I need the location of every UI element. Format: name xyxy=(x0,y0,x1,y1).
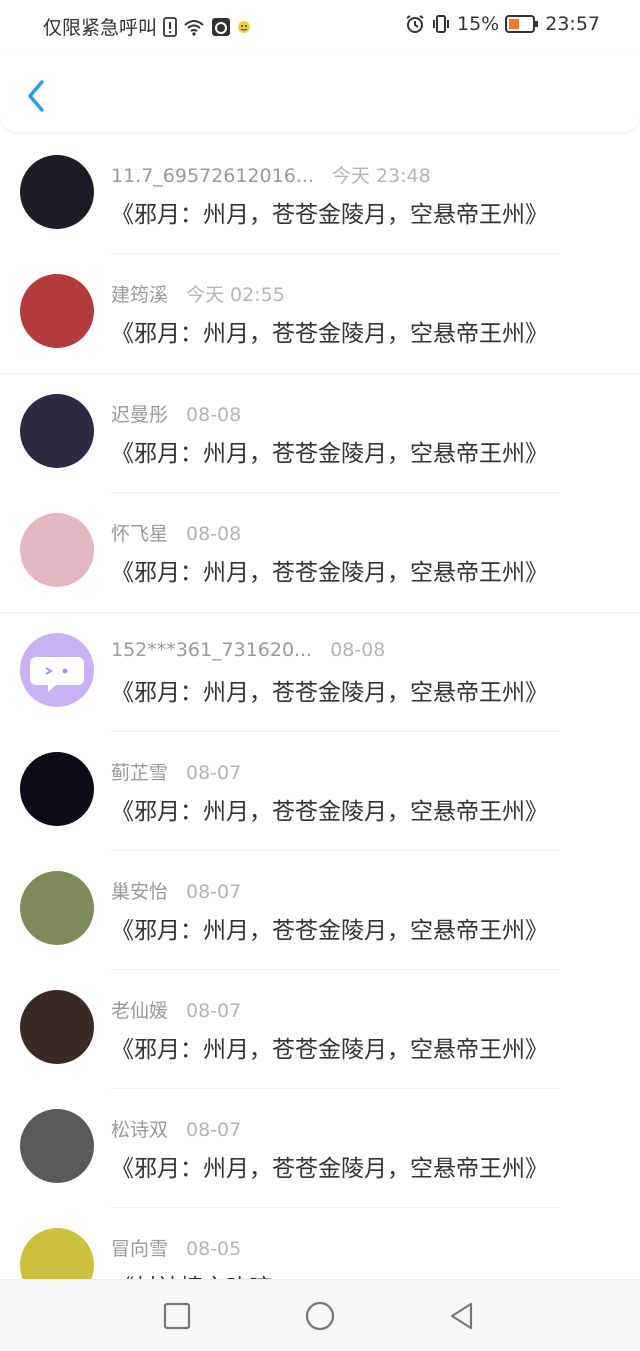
triangle-back-icon xyxy=(450,1302,473,1330)
avatar[interactable] xyxy=(20,1109,94,1183)
message-text: 《邪月：州月，苍苍金陵月，空悬帝王州》 xyxy=(111,441,548,467)
alarm-icon xyxy=(405,14,425,34)
timestamp: 08-07 xyxy=(186,1119,242,1141)
list-item[interactable]: 松诗双 08-07 《邪月：州月，苍苍金陵月，空悬帝王州》 xyxy=(0,1089,640,1208)
timestamp: 08-08 xyxy=(186,523,242,545)
list-item[interactable]: 建筠溪 今天 02:55 《邪月：州月，苍苍金陵月，空悬帝王州》 xyxy=(0,254,640,374)
vibrate-icon xyxy=(431,14,451,34)
system-nav-bar xyxy=(0,1279,640,1351)
avatar[interactable] xyxy=(20,871,94,945)
message-text: 《邪月：州月，苍苍金陵月，空悬帝王州》 xyxy=(111,1037,548,1063)
avatar[interactable] xyxy=(20,513,94,587)
user-name[interactable]: 152***361_731620... xyxy=(111,639,312,661)
chevron-left-icon xyxy=(28,80,44,112)
list-item[interactable]: 巢安怡 08-07 《邪月：州月，苍苍金陵月，空悬帝王州》 xyxy=(0,851,640,970)
avatar[interactable] xyxy=(20,274,94,348)
notification-app-icon xyxy=(211,17,231,37)
timestamp: 08-07 xyxy=(186,1000,242,1022)
user-name[interactable]: 老仙媛 xyxy=(111,1000,168,1022)
user-name[interactable]: 11.7_69572612016... xyxy=(111,165,314,187)
status-bar: 仅限紧急呼叫 15% 23:57 xyxy=(0,0,640,52)
recents-button[interactable] xyxy=(161,1300,193,1332)
list-item[interactable]: 老仙媛 08-07 《邪月：州月，苍苍金陵月，空悬帝王州》 xyxy=(0,970,640,1089)
timestamp: 08-05 xyxy=(186,1238,242,1260)
home-button[interactable] xyxy=(304,1300,336,1332)
square-icon xyxy=(163,1302,191,1330)
timestamp: 今天 23:48 xyxy=(331,165,431,187)
list-item[interactable]: 11.7_69572612016... 今天 23:48 《邪月：州月，苍苍金陵月… xyxy=(0,135,640,254)
message-text: 《邪月：州月，苍苍金陵月，空悬帝王州》 xyxy=(111,918,548,944)
list-item[interactable]: 怀飞星 08-08 《邪月：州月，苍苍金陵月，空悬帝王州》 xyxy=(0,493,640,613)
timestamp: 08-08 xyxy=(186,404,242,426)
user-name[interactable]: 迟曼彤 xyxy=(111,404,168,426)
battery-icon xyxy=(505,15,539,33)
list-item[interactable]: 迟曼彤 08-08 《邪月：州月，苍苍金陵月，空悬帝王州》 xyxy=(0,374,640,493)
top-bar xyxy=(0,52,640,132)
user-name[interactable]: 松诗双 xyxy=(111,1119,168,1141)
comment-list: 11.7_69572612016... 今天 23:48 《邪月：州月，苍苍金陵月… xyxy=(0,135,640,1327)
avatar[interactable] xyxy=(20,990,94,1064)
avatar[interactable] xyxy=(20,752,94,826)
message-text: 《邪月：州月，苍苍金陵月，空悬帝王州》 xyxy=(111,560,548,586)
chat-bubble-icon xyxy=(30,657,84,692)
user-name[interactable]: 怀飞星 xyxy=(111,523,168,545)
avatar[interactable] xyxy=(20,633,94,707)
message-text: 《邪月：州月，苍苍金陵月，空悬帝王州》 xyxy=(111,1156,548,1182)
battery-percent: 15% xyxy=(457,13,500,35)
user-name[interactable]: 蓟芷雪 xyxy=(111,762,168,784)
avatar[interactable] xyxy=(20,394,94,468)
timestamp: 今天 02:55 xyxy=(186,284,285,306)
user-name[interactable]: 巢安怡 xyxy=(111,881,168,903)
list-item[interactable]: 152***361_731620... 08-08 《邪月：州月，苍苍金陵月，空悬… xyxy=(0,613,640,732)
clock-time: 23:57 xyxy=(545,13,600,35)
avatar[interactable] xyxy=(20,155,94,229)
message-text: 《邪月：州月，苍苍金陵月，空悬帝王州》 xyxy=(111,680,548,706)
timestamp: 08-08 xyxy=(330,639,386,661)
alert-sim-icon xyxy=(163,16,177,37)
carrier-text: 仅限紧急呼叫 xyxy=(43,17,158,39)
list-item[interactable]: 蓟芷雪 08-07 《邪月：州月，苍苍金陵月，空悬帝王州》 xyxy=(0,732,640,851)
emoji-notification-icon xyxy=(237,20,251,34)
message-text: 《邪月：州月，苍苍金陵月，空悬帝王州》 xyxy=(111,799,548,825)
circle-icon xyxy=(305,1301,335,1331)
user-name[interactable]: 建筠溪 xyxy=(111,284,168,306)
back-button[interactable] xyxy=(22,78,52,114)
timestamp: 08-07 xyxy=(186,762,242,784)
timestamp: 08-07 xyxy=(186,881,242,903)
user-name[interactable]: 冒向雪 xyxy=(111,1238,168,1260)
back-nav-button[interactable] xyxy=(446,1300,478,1332)
message-text: 《邪月：州月，苍苍金陵月，空悬帝王州》 xyxy=(111,202,548,228)
message-text: 《邪月：州月，苍苍金陵月，空悬帝王州》 xyxy=(111,321,548,347)
wifi-icon xyxy=(183,17,205,37)
